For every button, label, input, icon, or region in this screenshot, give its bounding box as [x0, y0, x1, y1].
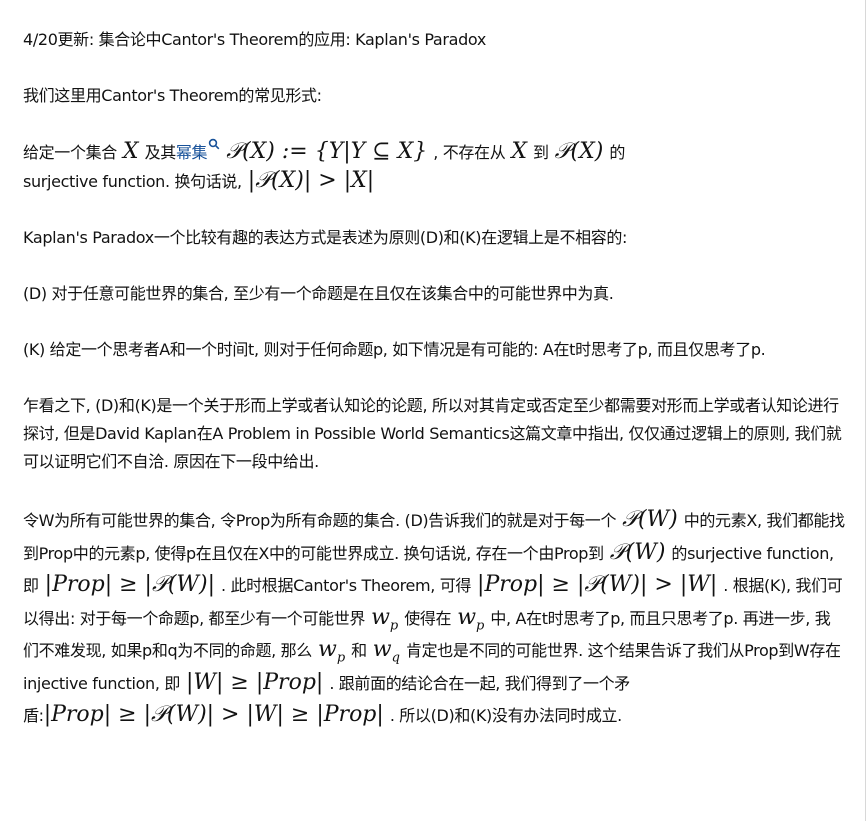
- update-line: 4/20更新: 集合论中Cantor's Theorem的应用: Kaplan'…: [23, 30, 486, 49]
- text-segment: . 此时根据Cantor's Theorem, 可得: [221, 576, 472, 595]
- math-world-wq: wq: [372, 637, 400, 666]
- text-segment: 使得在: [404, 608, 452, 628]
- answer-card: 4/20更新: 集合论中Cantor's Theorem的应用: Kaplan'…: [0, 0, 866, 821]
- principle-k: (K) 给定一个思考者A和一个时间t, 则对于任何命题p, 如下情况是有可能的:…: [23, 340, 766, 359]
- text-segment: 给定一个集合: [23, 143, 117, 162]
- math-powerset-w: 𝒫(W): [609, 539, 666, 565]
- math-powerset-def: 𝒫(X) := {Y|Y ⊆ X}: [226, 139, 428, 164]
- math-powerset-x: 𝒫(X): [554, 139, 604, 164]
- math-inequality: |Prop| ≥ |𝒫(W)|: [44, 572, 216, 597]
- math-set-x: X: [511, 139, 528, 164]
- math-powerset-w: 𝒫(W): [622, 507, 678, 532]
- glance-paragraph: 乍看之下, (D)和(K)是一个关于形而上学或者认知论的论题, 所以对其肯定或否…: [23, 396, 842, 471]
- text-segment: surjective function. 换句话说,: [23, 172, 242, 191]
- search-icon[interactable]: [208, 138, 220, 150]
- math-world-wp: wp: [457, 604, 485, 633]
- intro-paragraph: 我们这里用Cantor's Theorem的常见形式:: [23, 86, 322, 105]
- math-contradiction-chain: |Prop| ≥ |𝒫(W)| > |W| ≥ |Prop|: [43, 702, 384, 727]
- text-segment: , 不存在从: [433, 143, 506, 162]
- powerset-link[interactable]: 幂集: [176, 138, 220, 162]
- proof-paragraph: 令W为所有可能世界的集合, 令Prop为所有命题的集合. (D)告诉我们的就是对…: [23, 504, 845, 732]
- text-segment: 和: [351, 641, 367, 660]
- text-segment: 令W为所有可能世界的集合, 令Prop为所有命题的集合. (D)告诉我们的就是对…: [23, 511, 617, 530]
- theorem-paragraph: 给定一个集合 X 及其幂集 𝒫(X) := {Y|Y ⊆ X}, 不存在从 X 到 𝒫(X)…: [23, 138, 845, 196]
- answer-content: 4/20更新: 集合论中Cantor's Theorem的应用: Kaplan'…: [23, 26, 845, 760]
- math-cardinality: |𝒫(X)| > |X|: [247, 168, 375, 193]
- math-set-x: X: [122, 139, 139, 164]
- text-segment: 的: [609, 143, 626, 162]
- kaplan-paragraph: Kaplan's Paradox一个比较有趣的表达方式是表述为原则(D)和(K)…: [23, 228, 628, 247]
- text-segment: 到: [533, 143, 549, 162]
- math-world-wp: wp: [317, 637, 346, 666]
- powerset-link-label[interactable]: 幂集: [176, 143, 208, 162]
- math-inequality: |Prop| ≥ |𝒫(W)| > |W|: [477, 572, 718, 597]
- text-segment: . 所以(D)和(K)没有办法同时成立.: [389, 706, 622, 725]
- math-world-wp: wp: [371, 604, 399, 633]
- math-inequality: |W| ≥ |Prop|: [185, 669, 324, 695]
- principle-d: (D) 对于任意可能世界的集合, 至少有一个命题是在且仅在该集合中的可能世界中为…: [23, 284, 614, 303]
- text-segment: 及其: [144, 143, 177, 162]
